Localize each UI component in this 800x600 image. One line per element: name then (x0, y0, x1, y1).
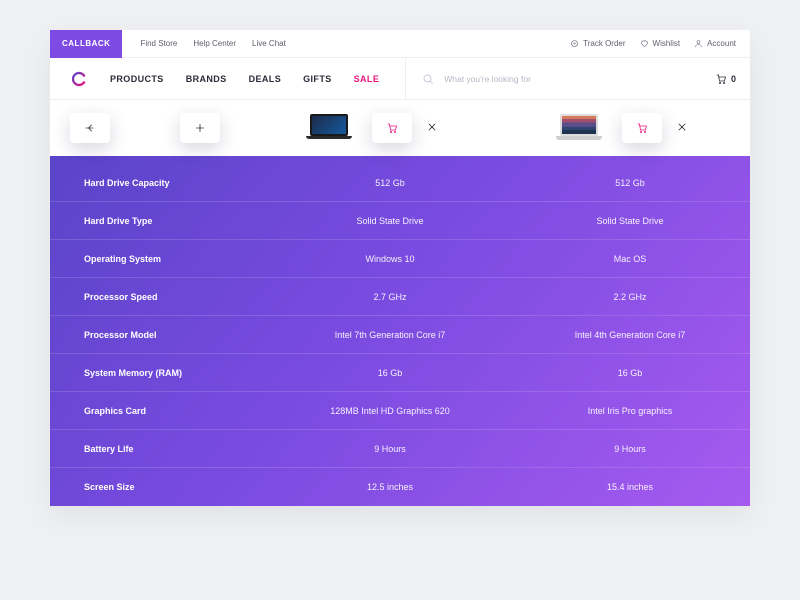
nav-deals[interactable]: DEALS (249, 74, 282, 84)
account-link[interactable]: Account (694, 39, 736, 48)
spec-label: Battery Life (50, 444, 270, 454)
spec-value-b: 15.4 inches (510, 482, 750, 492)
spec-value-b: Mac OS (510, 254, 750, 264)
account-label: Account (707, 39, 736, 48)
spec-label: Processor Model (50, 330, 270, 340)
nav-gifts[interactable]: GIFTS (303, 74, 332, 84)
live-chat-link[interactable]: Live Chat (252, 39, 286, 48)
app-window: CALLBACK Find Store Help Center Live Cha… (50, 30, 750, 506)
target-icon (570, 39, 579, 48)
search-placeholder: What you're looking for (444, 74, 531, 84)
spec-label: Screen Size (50, 482, 270, 492)
spec-label: System Memory (RAM) (50, 368, 270, 378)
spec-row: Screen Size12.5 inches15.4 inches (50, 468, 750, 506)
nav-sale[interactable]: SALE (354, 74, 380, 84)
cart-count: 0 (731, 74, 736, 84)
search-icon (422, 73, 434, 85)
spec-label: Hard Drive Capacity (50, 178, 270, 188)
spec-value-a: 9 Hours (270, 444, 510, 454)
main-nav: PRODUCTS BRANDS DEALS GIFTS SALE What yo… (50, 58, 750, 100)
spec-value-a: 2.7 GHz (270, 292, 510, 302)
brand-logo[interactable] (50, 71, 110, 87)
cart-add-icon (636, 122, 648, 134)
product-b-remove[interactable] (676, 121, 688, 136)
spec-table: Hard Drive Capacity512 Gb512 GbHard Driv… (50, 156, 750, 506)
spec-row: Hard Drive TypeSolid State DriveSolid St… (50, 202, 750, 240)
product-b-add-cart[interactable] (622, 113, 662, 143)
spec-value-b: 512 Gb (510, 178, 750, 188)
spec-value-a: 128MB Intel HD Graphics 620 (270, 406, 510, 416)
arrow-left-icon (84, 122, 96, 134)
product-a-add-cart[interactable] (372, 113, 412, 143)
user-icon (694, 39, 703, 48)
cart-icon (715, 73, 727, 85)
spec-value-b: 16 Gb (510, 368, 750, 378)
spec-value-a: 512 Gb (270, 178, 510, 188)
logo-icon (72, 71, 88, 87)
spec-row: System Memory (RAM)16 Gb16 Gb (50, 354, 750, 392)
product-a-remove[interactable] (426, 121, 438, 136)
wishlist-label: Wishlist (653, 39, 681, 48)
search-field[interactable]: What you're looking for (405, 58, 531, 99)
spec-value-b: Intel Iris Pro graphics (510, 406, 750, 416)
product-a-thumbnail[interactable] (300, 110, 358, 146)
spec-value-a: 12.5 inches (270, 482, 510, 492)
utility-right: Track Order Wishlist Account (570, 39, 736, 48)
spec-value-a: Intel 7th Generation Core i7 (270, 330, 510, 340)
utility-links: Find Store Help Center Live Chat (140, 39, 285, 48)
find-store-link[interactable]: Find Store (140, 39, 177, 48)
compare-strip (50, 100, 750, 156)
spec-label: Processor Speed (50, 292, 270, 302)
nav-menu: PRODUCTS BRANDS DEALS GIFTS SALE (110, 74, 379, 84)
spec-row: Processor Speed2.7 GHz2.2 GHz (50, 278, 750, 316)
spec-value-a: 16 Gb (270, 368, 510, 378)
spec-row: Processor ModelIntel 7th Generation Core… (50, 316, 750, 354)
nav-products[interactable]: PRODUCTS (110, 74, 164, 84)
spec-value-b: 2.2 GHz (510, 292, 750, 302)
close-icon (676, 121, 688, 133)
spec-label: Graphics Card (50, 406, 270, 416)
spec-row: Hard Drive Capacity512 Gb512 Gb (50, 164, 750, 202)
add-product-button[interactable] (180, 113, 220, 143)
spec-label: Operating System (50, 254, 270, 264)
spec-row: Graphics Card128MB Intel HD Graphics 620… (50, 392, 750, 430)
cart-button[interactable]: 0 (715, 73, 736, 85)
product-b-thumbnail[interactable] (550, 110, 608, 146)
utility-bar: CALLBACK Find Store Help Center Live Cha… (50, 30, 750, 58)
plus-icon (194, 122, 206, 134)
help-center-link[interactable]: Help Center (193, 39, 236, 48)
nav-brands[interactable]: BRANDS (186, 74, 227, 84)
spec-row: Battery Life9 Hours9 Hours (50, 430, 750, 468)
back-button[interactable] (70, 113, 110, 143)
spec-value-a: Solid State Drive (270, 216, 510, 226)
track-order-label: Track Order (583, 39, 625, 48)
spec-label: Hard Drive Type (50, 216, 270, 226)
wishlist-link[interactable]: Wishlist (640, 39, 681, 48)
close-icon (426, 121, 438, 133)
spec-value-b: Intel 4th Generation Core i7 (510, 330, 750, 340)
callback-button[interactable]: CALLBACK (50, 30, 122, 58)
spec-value-b: Solid State Drive (510, 216, 750, 226)
spec-row: Operating SystemWindows 10Mac OS (50, 240, 750, 278)
spec-value-a: Windows 10 (270, 254, 510, 264)
heart-icon (640, 39, 649, 48)
cart-add-icon (386, 122, 398, 134)
spec-value-b: 9 Hours (510, 444, 750, 454)
track-order-link[interactable]: Track Order (570, 39, 625, 48)
